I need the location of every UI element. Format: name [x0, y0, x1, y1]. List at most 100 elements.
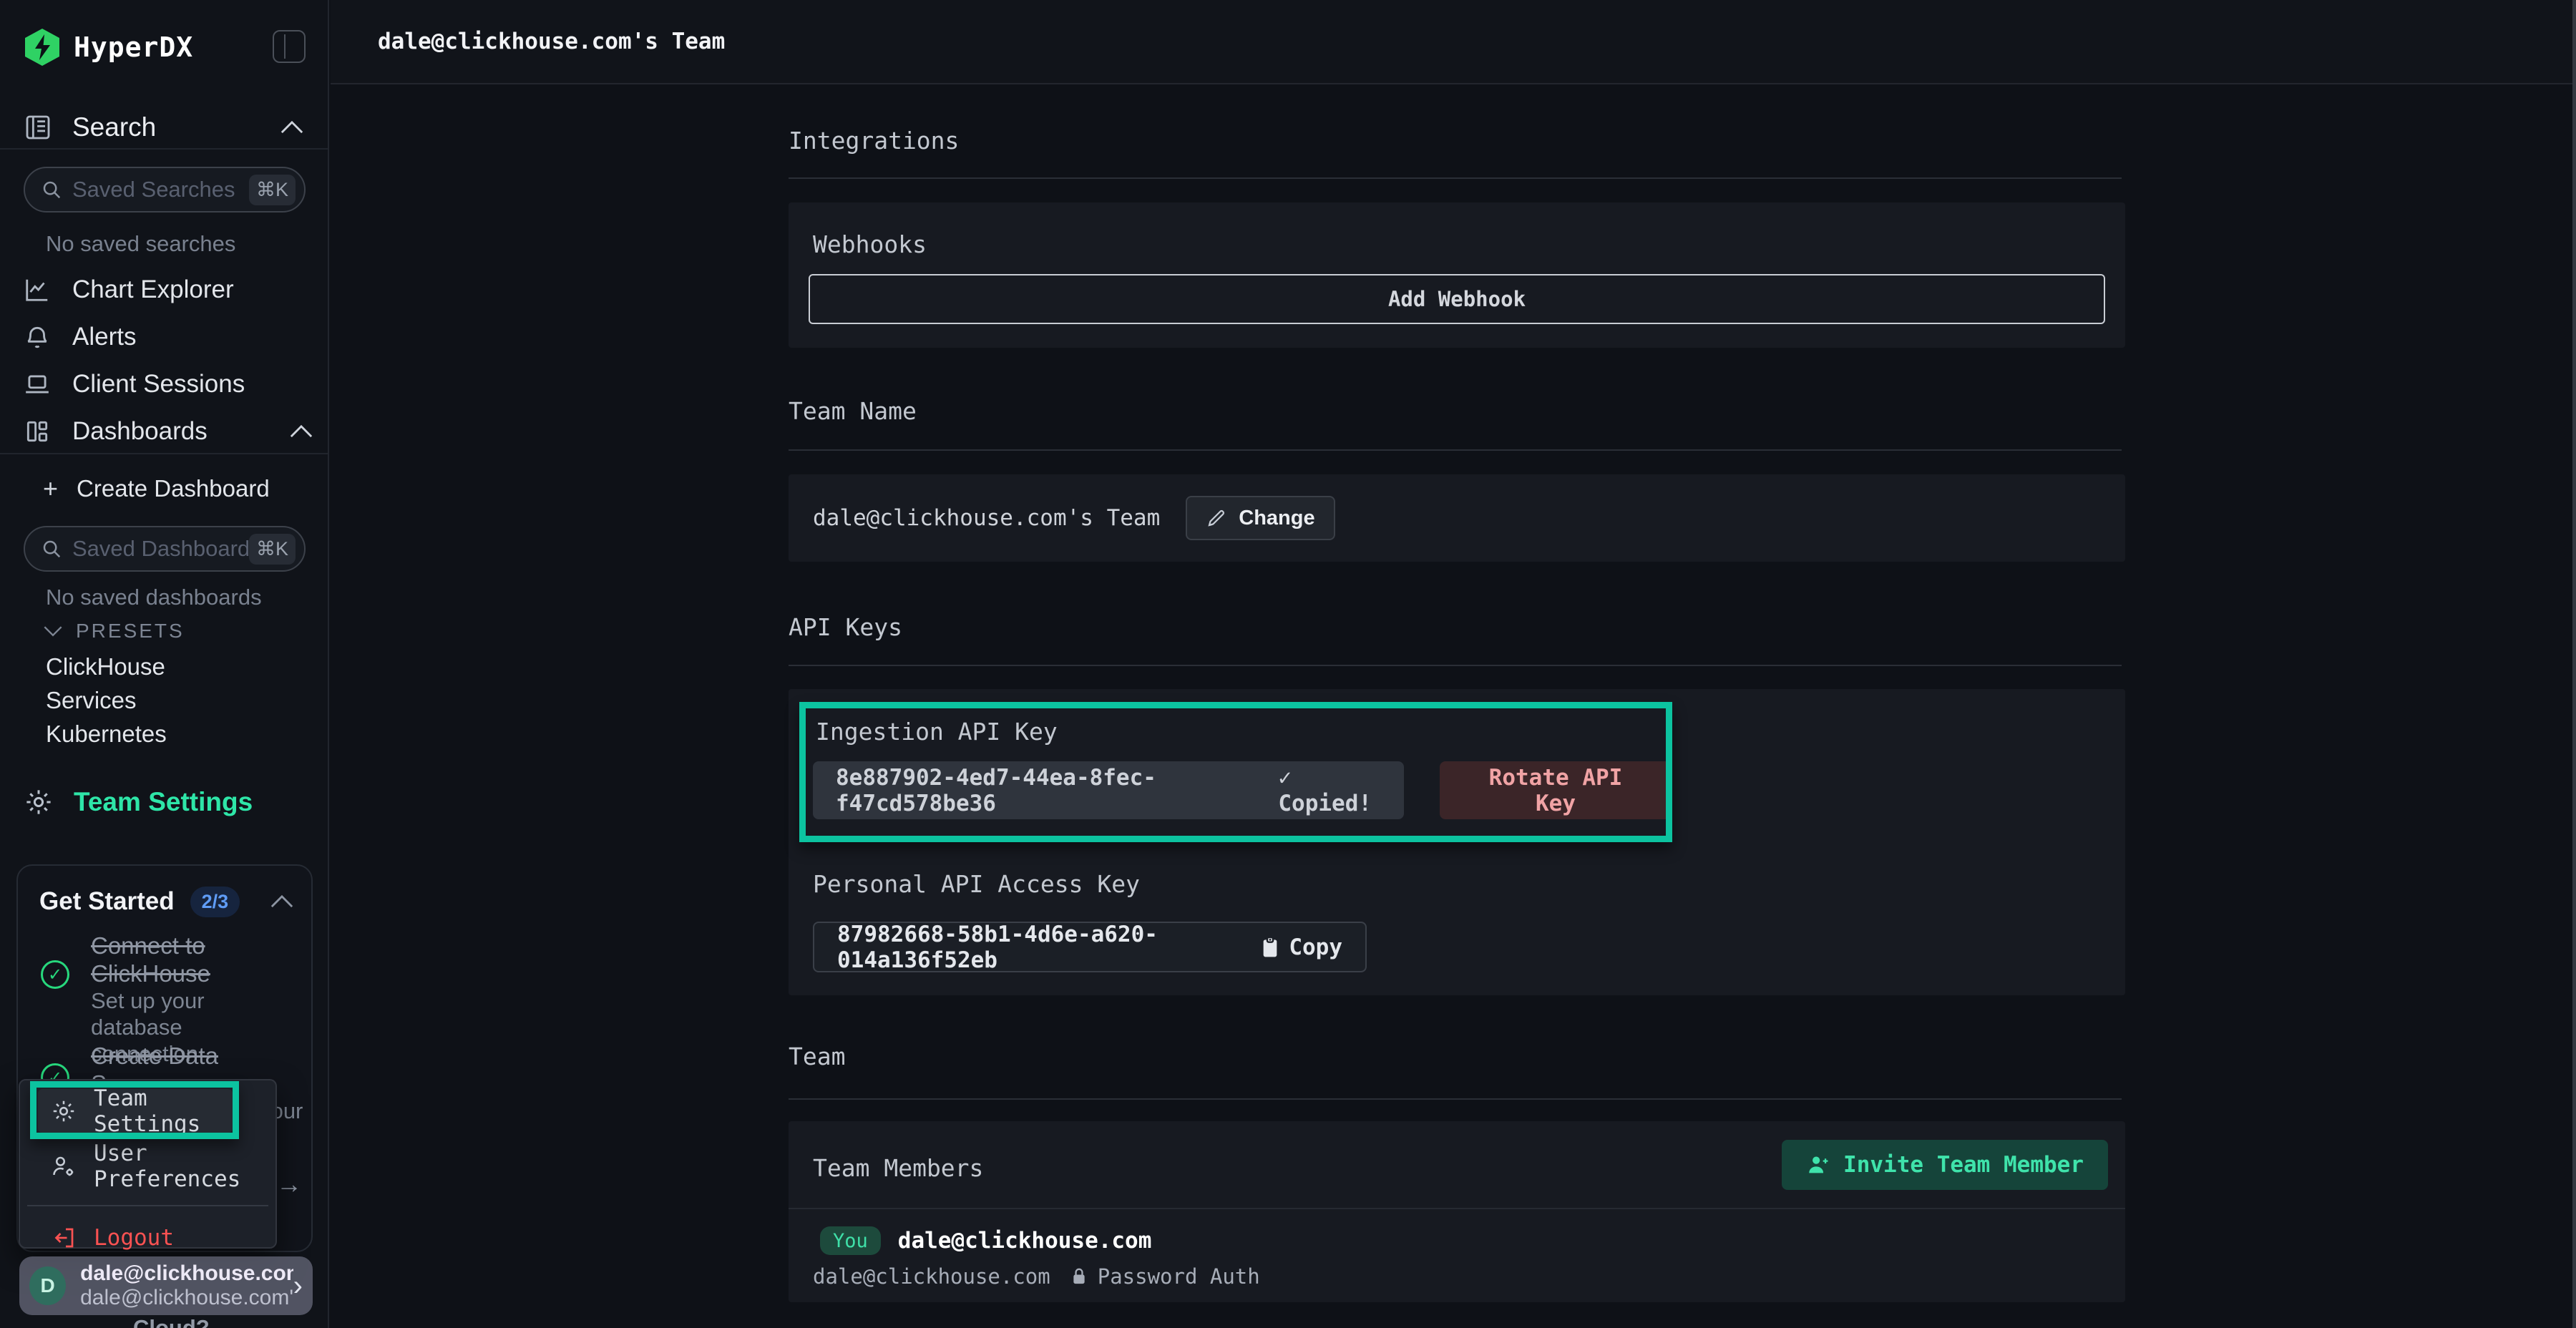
invite-team-member-button[interactable]: Invite Team Member [1782, 1140, 2108, 1190]
api-keys-section-title: API Keys [789, 613, 902, 641]
user-chip-name: dale@clickhouse.com [80, 1261, 293, 1286]
team-name-section-title: Team Name [789, 397, 917, 425]
divider [789, 665, 2122, 666]
divider [0, 148, 328, 150]
divider [0, 453, 328, 454]
pencil-icon [1206, 507, 1227, 529]
saved-dashboards-field[interactable] [72, 536, 249, 562]
sidebar-collapse-icon[interactable] [273, 30, 306, 63]
menu-divider [27, 1205, 268, 1206]
personal-api-key-value: 87982668-58b1-4d6e-a620-014a136f52eb [837, 922, 1234, 973]
sidebar-item-alerts[interactable]: Alerts [24, 317, 313, 357]
personal-api-key-chip[interactable]: 87982668-58b1-4d6e-a620-014a136f52eb Cop… [813, 922, 1367, 972]
user-gear-icon [51, 1153, 77, 1179]
avatar: D [29, 1266, 66, 1305]
auth-method: Password Auth [1098, 1264, 1260, 1289]
divider [789, 1208, 2125, 1209]
presets-label: PRESETS [76, 620, 185, 643]
dashboards-icon [24, 418, 51, 445]
team-settings-label: Team Settings [74, 787, 253, 817]
main-header: dale@clickhouse.com's Team [331, 0, 2576, 84]
sidebar-item-label: Client Sessions [72, 370, 313, 399]
bell-icon [24, 323, 51, 351]
user-chip-subtitle: dale@clickhouse.com's [80, 1286, 293, 1310]
divider [789, 449, 2122, 451]
chevron-up-icon[interactable] [270, 894, 294, 909]
user-plus-icon [1806, 1153, 1830, 1177]
personal-api-key-label: Personal API Access Key [813, 870, 1140, 898]
preset-clickhouse[interactable]: ClickHouse [46, 653, 165, 680]
add-webhook-button[interactable]: Add Webhook [809, 274, 2105, 324]
presets-toggle[interactable]: PRESETS [43, 620, 185, 643]
menu-item-logout[interactable]: Logout [51, 1218, 174, 1258]
get-started-title: Get Started [39, 887, 175, 916]
no-saved-dashboards-note: No saved dashboards [46, 585, 262, 610]
saved-searches-field[interactable] [72, 177, 249, 202]
preset-kubernetes[interactable]: Kubernetes [46, 721, 167, 748]
team-members-label: Team Members [813, 1154, 983, 1182]
divider [789, 177, 2122, 179]
search-section-icon [24, 113, 52, 142]
user-account-chip[interactable]: D dale@clickhouse.com dale@clickhouse.co… [19, 1256, 313, 1315]
divider [789, 1098, 2122, 1100]
team-section-title: Team [789, 1043, 845, 1070]
search-icon [41, 538, 62, 560]
sidebar-item-chart-explorer[interactable]: Chart Explorer [24, 270, 313, 310]
ingestion-api-key-value: 8e887902-4ed7-44ea-8fec-f47cd578be36 [836, 765, 1246, 816]
rotate-api-key-button[interactable]: Rotate API Key [1440, 761, 1672, 819]
ingestion-api-key-label: Ingestion API Key [816, 718, 1058, 746]
cmd-k-shortcut: ⌘K [249, 534, 296, 565]
copied-indicator: ✓ Copied! [1278, 765, 1381, 816]
brand-row: HyperDX [24, 27, 306, 67]
ingestion-api-key-chip[interactable]: 8e887902-4ed7-44ea-8fec-f47cd578be36 ✓ C… [813, 761, 1404, 819]
saved-searches-input[interactable]: ⌘K [24, 167, 306, 213]
step-complete-check-icon: ✓ [41, 960, 69, 989]
arrow-right-icon: → [276, 1169, 302, 1199]
clipped-bottom-text: Cloud? [133, 1315, 210, 1328]
sidebar-item-label: Alerts [72, 323, 313, 351]
plus-icon: + [43, 474, 58, 504]
you-badge: You [820, 1226, 881, 1255]
search-icon [41, 179, 62, 200]
menu-item-team-settings[interactable]: Team Settings [38, 1089, 233, 1133]
api-keys-card: Ingestion API Key 8e887902-4ed7-44ea-8fe… [789, 689, 2125, 995]
integrations-section-title: Integrations [789, 127, 959, 155]
sidebar-item-team-settings[interactable]: Team Settings [24, 787, 253, 817]
gear-icon [51, 1098, 77, 1124]
laptop-icon [24, 371, 51, 398]
preset-services[interactable]: Services [46, 687, 137, 714]
webhooks-label: Webhooks [813, 230, 927, 258]
page-title: dale@clickhouse.com's Team [378, 29, 725, 54]
menu-item-user-preferences[interactable]: User Preferences [51, 1146, 275, 1186]
user-popup-menu: Team Settings User Preferences Logout [19, 1079, 277, 1249]
sidebar-item-client-sessions[interactable]: Client Sessions [24, 364, 313, 404]
member-name: dale@clickhouse.com [898, 1228, 1152, 1254]
no-saved-searches-note: No saved searches [46, 231, 235, 257]
chevron-up-icon[interactable] [289, 424, 313, 439]
change-team-name-button[interactable]: Change [1186, 496, 1335, 540]
sidebar-item-dashboards[interactable]: Dashboards [24, 411, 313, 451]
webhooks-card: Webhooks Add Webhook [789, 202, 2125, 348]
cmd-k-shortcut: ⌘K [249, 175, 296, 205]
sidebar-section-search[interactable]: Search [24, 109, 304, 145]
team-name-value: dale@clickhouse.com's Team [813, 505, 1160, 531]
chevron-down-icon [43, 625, 63, 638]
copy-button[interactable]: Copy [1260, 934, 1342, 960]
create-dashboard-label: Create Dashboard [77, 475, 313, 502]
scrollbar[interactable] [2572, 0, 2576, 1328]
member-email: dale@clickhouse.com [813, 1264, 1050, 1289]
hyperdx-logo-icon [24, 27, 61, 67]
chevron-up-icon[interactable] [280, 120, 304, 135]
saved-dashboards-input[interactable]: ⌘K [24, 526, 306, 572]
create-dashboard-button[interactable]: + Create Dashboard [43, 469, 313, 509]
team-name-card: dale@clickhouse.com's Team Change [789, 474, 2125, 562]
sidebar-item-label: Chart Explorer [72, 275, 313, 304]
gear-icon [24, 787, 54, 817]
chevron-right-icon: › [293, 1270, 303, 1302]
team-members-card: Team Members Invite Team Member You dale… [789, 1121, 2125, 1302]
get-started-progress-badge: 2/3 [190, 887, 240, 917]
chart-explorer-icon [24, 276, 51, 303]
app-root: HyperDX Search ⌘K No saved searches [0, 0, 2576, 1328]
sidebar: HyperDX Search ⌘K No saved searches [0, 0, 329, 1328]
clipboard-icon [1260, 936, 1280, 959]
